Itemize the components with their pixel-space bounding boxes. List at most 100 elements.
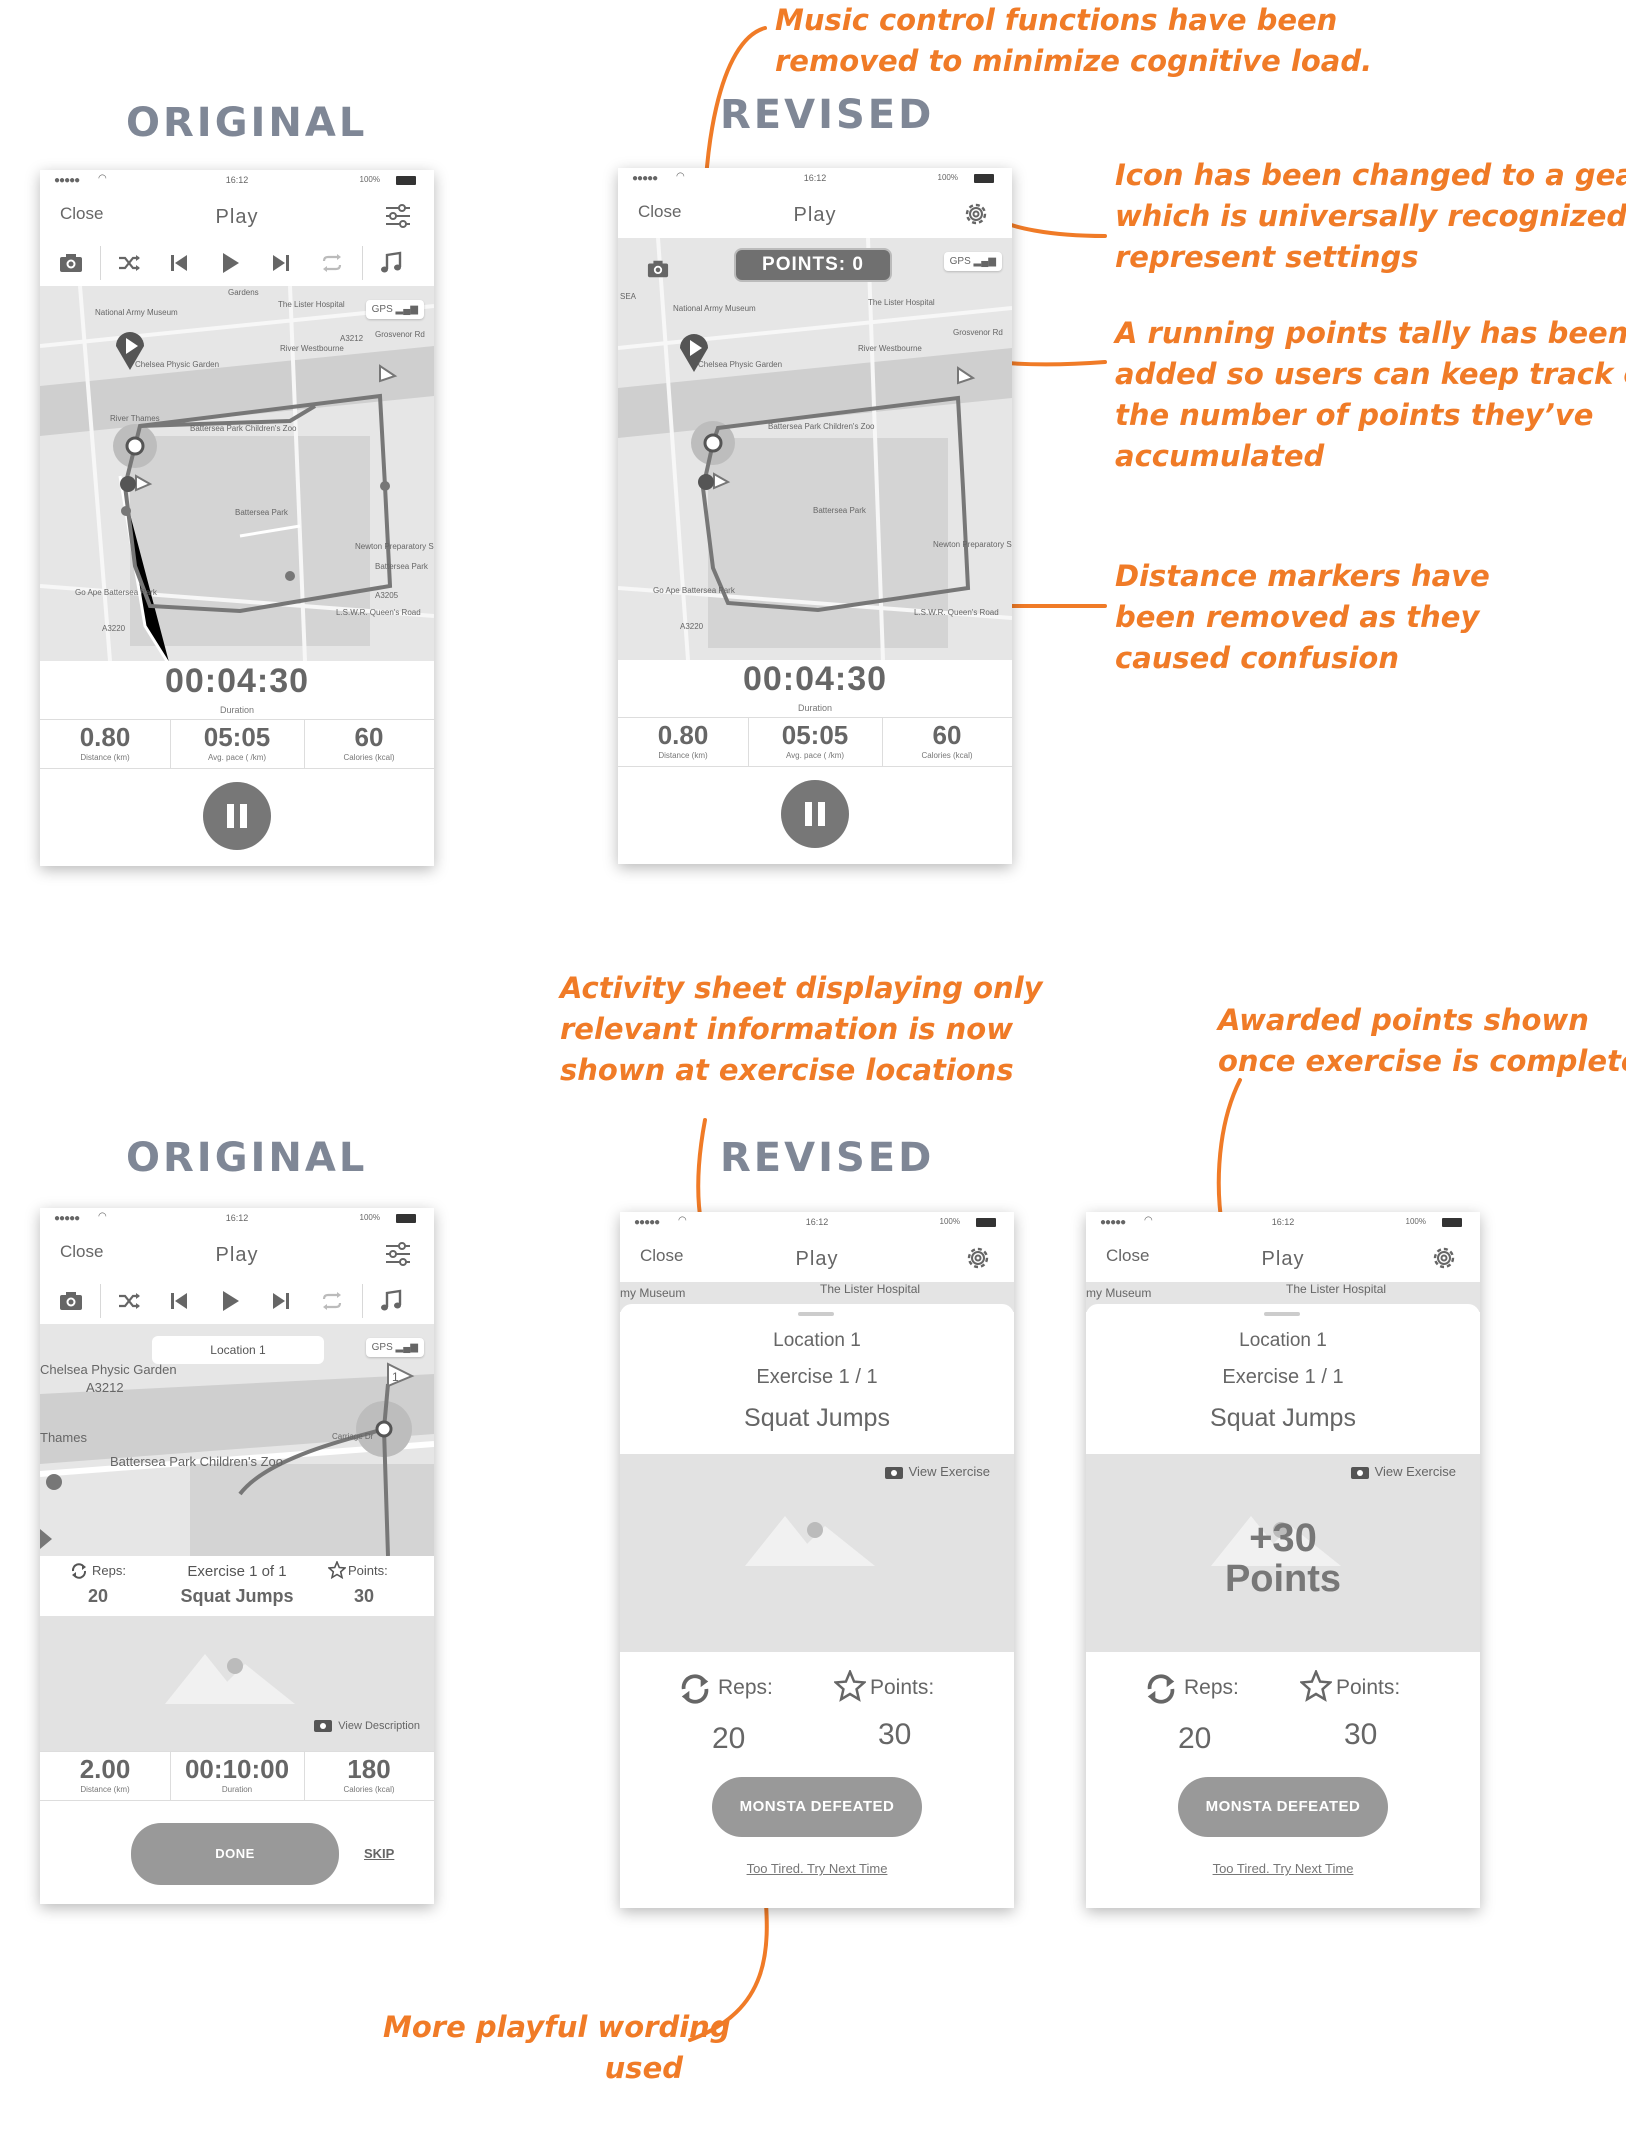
pause-button[interactable] — [781, 780, 849, 848]
repeat-icon[interactable] — [319, 1288, 345, 1314]
battery-percent: 100% — [1405, 1217, 1426, 1226]
battery-icon — [1442, 1218, 1462, 1227]
distance-value: 0.80 — [79, 722, 131, 752]
run-stats: 0.80 Distance (km) 05:05 Avg. pace ( /km) … — [40, 719, 434, 769]
stat-pace: 05:05 Avg. pace ( /km) — [748, 718, 882, 766]
gear-icon[interactable] — [962, 200, 990, 228]
run-stats: 0.80 Distance (km) 05:05 Avg. pace ( /km) … — [618, 717, 1012, 767]
map-label: River Thames — [110, 414, 160, 423]
view-description-link[interactable]: View Description — [314, 1720, 420, 1733]
location-chip[interactable]: Location 1 — [152, 1336, 324, 1364]
play-icon[interactable] — [217, 250, 243, 276]
music-note-icon[interactable] — [378, 1288, 404, 1314]
nav-title: Play — [793, 204, 837, 226]
image-placeholder-icon — [745, 1516, 875, 1566]
pace-label: Avg. pace ( /km) — [785, 751, 845, 760]
route-map[interactable]: GPS ▂▄▆ Location 1 Chelsea Physic Garden… — [40, 1324, 434, 1556]
camera-icon[interactable] — [646, 258, 670, 280]
duration-value: 00:04:30 — [164, 662, 310, 700]
nav-title: Play — [795, 1248, 839, 1270]
gear-icon[interactable] — [964, 1244, 992, 1272]
monsta-defeated-button[interactable]: MONSTA DEFEATED — [1178, 1777, 1388, 1837]
sheet-grip-handle[interactable] — [798, 1312, 834, 1316]
view-exercise-label: View Exercise — [1374, 1464, 1456, 1479]
map-label: my Museum — [620, 1286, 686, 1300]
points-label: Points: — [348, 1563, 388, 1578]
star-icon — [1300, 1670, 1332, 1702]
reps-label: Reps: — [1184, 1676, 1239, 1699]
map-label: Battersea Park — [813, 506, 866, 515]
gps-indicator: GPS ▂▄▆ — [943, 252, 1002, 271]
route-map[interactable]: GPS ▂▄▆ POINTS: 0 SEA National Army Muse… — [618, 238, 1012, 660]
view-exercise-label: View Exercise — [908, 1464, 990, 1479]
too-tired-link[interactable]: Too Tired. Try Next Time — [1086, 1861, 1480, 1876]
map-graphic — [618, 238, 1012, 660]
map-label: my Museum — [1086, 1286, 1152, 1300]
shuffle-icon[interactable] — [116, 1288, 142, 1314]
nav-bar: Close Play — [620, 1234, 1014, 1282]
stat-calories: 60 Calories (kcal) — [304, 720, 434, 768]
status-bar: ●●●●● ◠ 16:12 100% — [40, 1208, 434, 1230]
signal-bars-icon: ▂▄▆ — [395, 1342, 418, 1353]
map-label: The Lister Hospital — [1286, 1282, 1387, 1296]
map-label: National Army Museum — [673, 304, 756, 313]
duration-value: 00:04:30 — [742, 660, 888, 698]
monsta-defeated-button[interactable]: MONSTA DEFEATED — [712, 1777, 922, 1837]
music-note-icon[interactable] — [378, 250, 404, 276]
next-track-icon[interactable] — [268, 250, 294, 276]
awarded-points-value: +30 — [1249, 1516, 1317, 1560]
calories-value: 60 — [354, 722, 384, 752]
status-bar: ●●●●● ◠ 16:12 100% — [40, 170, 434, 192]
eye-icon — [314, 1720, 333, 1733]
nav-title: Play — [1261, 1248, 1305, 1270]
previous-track-icon[interactable] — [166, 250, 192, 276]
map-label: A3205 — [375, 591, 399, 600]
camera-icon[interactable] — [58, 1288, 84, 1314]
sliders-icon[interactable] — [384, 1240, 412, 1268]
divider — [362, 1284, 363, 1318]
view-exercise-link[interactable]: View Exercise — [884, 1464, 990, 1479]
sheet-grip-handle[interactable] — [1264, 1312, 1300, 1316]
exercise-name: Squat Jumps — [744, 1404, 890, 1432]
skip-link[interactable]: SKIP — [364, 1846, 394, 1861]
reps-label: Reps: — [718, 1676, 773, 1699]
phone-original-exercise: ●●●●● ◠ 16:12 100% Close Play GPS ▂▄▆ Lo… — [40, 1208, 434, 1904]
battery-icon — [974, 174, 994, 183]
sliders-icon[interactable] — [384, 202, 412, 230]
map-label: SEA — [620, 292, 637, 301]
map-label: River Westbourne — [280, 344, 344, 353]
next-track-icon[interactable] — [268, 1288, 294, 1314]
stat-distance: 0.80 Distance (km) — [618, 718, 748, 766]
exercise-count: Exercise 1 / 1 — [756, 1366, 878, 1388]
map-label: A3220 — [680, 622, 704, 631]
gps-indicator: GPS ▂▄▆ — [365, 1338, 424, 1357]
awarded-points-unit: Points — [1224, 1558, 1342, 1600]
map-label: The Lister Hospital — [868, 298, 935, 307]
nav-bar: Close Play — [618, 190, 1012, 238]
gps-indicator: GPS ▂▄▆ — [365, 300, 424, 319]
map-label: The Lister Hospital — [820, 1282, 921, 1296]
done-button[interactable]: DONE — [131, 1823, 339, 1885]
view-exercise-link[interactable]: View Exercise — [1350, 1464, 1456, 1479]
points-value: 30 — [1344, 1718, 1378, 1751]
map-label: Gardens — [228, 288, 259, 297]
battery-percent: 100% — [359, 1213, 380, 1222]
too-tired-link[interactable]: Too Tired. Try Next Time — [620, 1861, 1014, 1876]
map-label: Go Ape Battersea Park — [75, 588, 157, 597]
reps-value: 20 — [1178, 1722, 1212, 1755]
previous-track-icon[interactable] — [166, 1288, 192, 1314]
map-label: Chelsea Physic Garden — [40, 1362, 177, 1377]
phone-original-run: ●●●●● ◠ 16:12 100% Close Play GPS ▂▄▆ Ga… — [40, 170, 434, 866]
camera-icon[interactable] — [58, 250, 84, 276]
repeat-icon[interactable] — [319, 250, 345, 276]
shuffle-icon[interactable] — [116, 250, 142, 276]
play-icon[interactable] — [217, 1288, 243, 1314]
route-map[interactable]: GPS ▂▄▆ Gardens National Army Museum The… — [40, 286, 434, 661]
map-label: Chelsea Physic Garden — [135, 360, 220, 369]
pause-button[interactable] — [203, 782, 271, 850]
duration-value: 00:10:00 — [184, 1754, 290, 1784]
duration-label: Duration — [219, 705, 255, 715]
view-description-label: View Description — [338, 1720, 420, 1732]
gear-icon[interactable] — [1430, 1244, 1458, 1272]
status-bar: ●●●●● ◠ 16:12 100% — [1086, 1212, 1480, 1234]
